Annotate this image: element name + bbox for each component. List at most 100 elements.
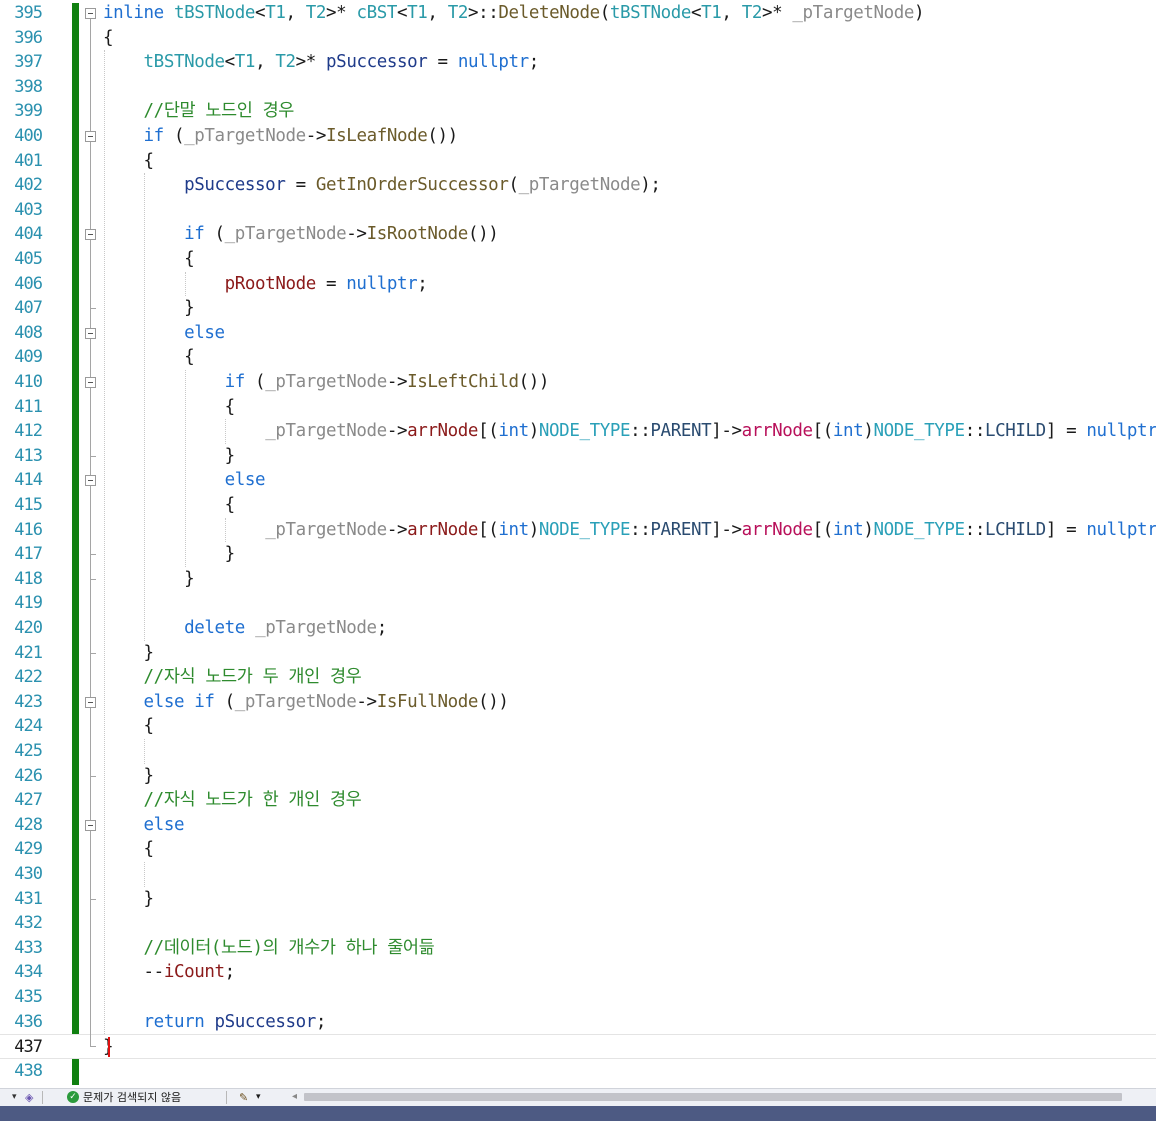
code-text: else bbox=[103, 813, 185, 838]
code-line[interactable]: 438 bbox=[0, 1059, 1156, 1084]
code-text: _pTargetNode->arrNode[(int)NODE_TYPE::PA… bbox=[103, 419, 1156, 444]
editor-status-bar: ▾ ◈ ✓ 문제가 검색되지 않음 ✎ ▾ ◂ bbox=[0, 1088, 1156, 1106]
code-token: T2 bbox=[275, 52, 296, 73]
code-line[interactable]: 426 } bbox=[0, 764, 1156, 789]
fold-region-end bbox=[90, 308, 96, 310]
line-number: 403 bbox=[14, 199, 43, 220]
fold-region-line bbox=[90, 388, 91, 456]
code-line[interactable]: 425 bbox=[0, 739, 1156, 764]
scroll-left-arrow-icon[interactable]: ◂ bbox=[292, 1091, 297, 1102]
code-text: else bbox=[103, 321, 225, 346]
dropdown-arrow-icon[interactable]: ▾ bbox=[12, 1089, 17, 1106]
code-line[interactable]: 405 { bbox=[0, 247, 1156, 272]
code-token: arrNode bbox=[407, 519, 479, 540]
code-line[interactable]: 430 bbox=[0, 862, 1156, 887]
brush-icon[interactable]: ✎ bbox=[239, 1089, 248, 1106]
code-line[interactable]: 395 inline tBSTNode<T1, T2>* cBST<T1, T2>… bbox=[0, 1, 1156, 26]
code-line[interactable]: 414 else bbox=[0, 468, 1156, 493]
code-token: int bbox=[832, 421, 864, 442]
collapse-toggle-icon[interactable] bbox=[85, 229, 96, 241]
code-line[interactable]: 411 { bbox=[0, 395, 1156, 420]
code-line[interactable]: 398 bbox=[0, 75, 1156, 100]
code-line[interactable]: 421 } bbox=[0, 641, 1156, 666]
code-line[interactable]: 419 bbox=[0, 591, 1156, 616]
code-token: [( bbox=[478, 421, 499, 442]
code-line[interactable]: 433 //데이터(노드)의 개수가 하나 줄어듦 bbox=[0, 936, 1156, 961]
code-line[interactable]: 422 //자식 노드가 두 개인 경우 bbox=[0, 665, 1156, 690]
collapse-toggle-icon[interactable] bbox=[85, 131, 96, 142]
intellicode-icon[interactable]: ◈ bbox=[25, 1089, 33, 1106]
collapse-toggle-icon[interactable] bbox=[85, 377, 96, 388]
code-line[interactable]: 415 { bbox=[0, 493, 1156, 518]
line-number: 422 bbox=[14, 667, 43, 688]
code-token: [( bbox=[478, 519, 499, 540]
code-line[interactable]: 408 else bbox=[0, 321, 1156, 346]
code-token: ) bbox=[863, 519, 874, 540]
code-line[interactable]: 416 _pTargetNode->arrNode[(int)NODE_TYPE… bbox=[0, 518, 1156, 543]
code-line[interactable]: 434 --iCount; bbox=[0, 960, 1156, 985]
code-line[interactable]: 399 //단말 노드인 경우 bbox=[0, 99, 1156, 124]
code-line[interactable]: 420 delete _pTargetNode; bbox=[0, 616, 1156, 641]
code-line[interactable]: 424 { bbox=[0, 714, 1156, 739]
code-line[interactable]: 423 else if (_pTargetNode->IsFullNode()) bbox=[0, 690, 1156, 715]
code-token: { bbox=[103, 249, 195, 269]
line-number: 397 bbox=[14, 52, 43, 73]
code-token: IsLeftChild bbox=[407, 372, 519, 392]
code-line[interactable]: 437} bbox=[0, 1034, 1156, 1059]
code-line[interactable]: 428 else bbox=[0, 813, 1156, 838]
collapse-toggle-icon[interactable] bbox=[85, 475, 96, 487]
code-line[interactable]: 412 _pTargetNode->arrNode[(int)NODE_TYPE… bbox=[0, 419, 1156, 444]
code-editor[interactable]: 395 inline tBSTNode<T1, T2>* cBST<T1, T2>… bbox=[0, 0, 1156, 1088]
code-token: { bbox=[103, 839, 155, 860]
code-line[interactable]: 417 } bbox=[0, 542, 1156, 567]
code-line[interactable]: 402 pSuccessor = GetInOrderSuccessor(_pT… bbox=[0, 173, 1156, 198]
code-line[interactable]: 418 } bbox=[0, 567, 1156, 592]
line-number: 405 bbox=[14, 249, 43, 269]
code-line[interactable]: 400 if (_pTargetNode->IsLeafNode()) bbox=[0, 124, 1156, 149]
code-line[interactable]: 401 { bbox=[0, 149, 1156, 174]
code-line[interactable]: 429 { bbox=[0, 837, 1156, 862]
code-token: ( bbox=[599, 3, 611, 23]
code-text: } bbox=[103, 567, 195, 592]
collapse-toggle-icon[interactable] bbox=[85, 696, 96, 708]
line-number: 421 bbox=[14, 642, 43, 663]
code-token: ) bbox=[528, 519, 540, 540]
code-line[interactable]: 403 bbox=[0, 198, 1156, 223]
indent-guide bbox=[144, 173, 146, 641]
code-line[interactable]: 406 pRootNode = nullptr; bbox=[0, 272, 1156, 297]
code-token: ( bbox=[244, 372, 266, 392]
code-line[interactable]: 436 return pSuccessor; bbox=[0, 1010, 1156, 1035]
code-token: //자식 노드가 두 개인 경우 bbox=[143, 667, 362, 688]
code-token: if bbox=[143, 126, 165, 146]
code-token: NODE_TYPE bbox=[538, 421, 631, 442]
code-line[interactable]: 427 //자식 노드가 한 개인 경우 bbox=[0, 788, 1156, 813]
collapse-toggle-icon[interactable] bbox=[85, 327, 96, 339]
issues-status-text[interactable]: 문제가 검색되지 않음 bbox=[83, 1089, 181, 1106]
code-token: else bbox=[184, 322, 225, 343]
code-token: } bbox=[103, 765, 155, 786]
code-line[interactable]: 431 } bbox=[0, 887, 1156, 912]
code-token: [( bbox=[812, 421, 834, 442]
code-line[interactable]: 410 if (_pTargetNode->IsLeftChild()) bbox=[0, 370, 1156, 395]
cleanup-dropdown-icon[interactable]: ▾ bbox=[256, 1089, 261, 1106]
code-line[interactable]: 407 } bbox=[0, 296, 1156, 321]
code-line[interactable]: 404 if (_pTargetNode->IsRootNode()) bbox=[0, 222, 1156, 247]
code-line[interactable]: 396 { bbox=[0, 26, 1156, 51]
code-token: LCHILD bbox=[984, 519, 1046, 540]
horizontal-scrollbar[interactable] bbox=[304, 1093, 1122, 1101]
code-token: -> bbox=[386, 421, 408, 442]
collapse-toggle-icon[interactable] bbox=[85, 8, 96, 19]
code-line[interactable]: 409 { bbox=[0, 345, 1156, 370]
code-line[interactable]: 432 bbox=[0, 911, 1156, 936]
collapse-toggle-icon[interactable] bbox=[85, 819, 96, 831]
indent-guide bbox=[184, 271, 186, 297]
code-line[interactable]: 435 bbox=[0, 985, 1156, 1010]
code-line[interactable]: 397 tBSTNode<T1, T2>* pSuccessor = nullp… bbox=[0, 50, 1156, 75]
line-number: 433 bbox=[14, 937, 43, 958]
check-circle-icon[interactable]: ✓ bbox=[67, 1091, 79, 1103]
code-line[interactable]: 413 } bbox=[0, 444, 1156, 469]
